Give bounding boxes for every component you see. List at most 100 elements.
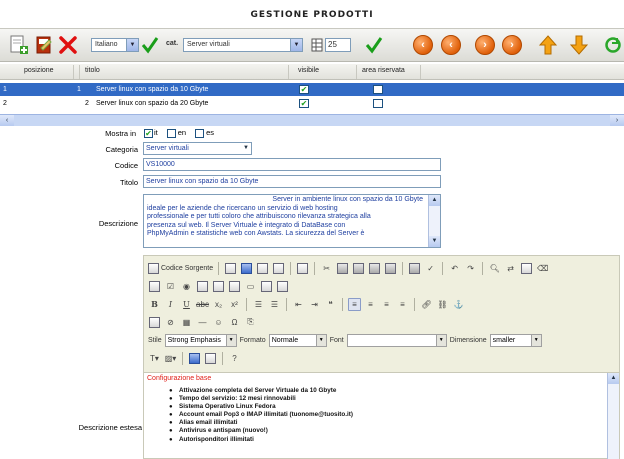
undo-icon[interactable]: ↶ (448, 262, 461, 275)
anchor-icon[interactable]: ⚓ (452, 298, 465, 311)
textfield-icon[interactable] (196, 280, 209, 293)
bulleted-list-icon[interactable]: ☰ (268, 298, 281, 311)
column-header-posizione[interactable]: posizione (24, 67, 54, 74)
align-center-icon[interactable]: ≡ (364, 298, 377, 311)
visible-checkbox[interactable]: ✔ (299, 85, 309, 94)
flash-icon[interactable]: ⊘ (164, 316, 177, 329)
italic-icon[interactable]: I (164, 298, 177, 311)
lang-es-option[interactable]: es (195, 128, 214, 138)
scroll-up-icon[interactable]: ▲ (429, 195, 440, 206)
select-field-icon[interactable] (228, 280, 241, 293)
preview-icon[interactable] (272, 262, 285, 275)
reserved-area-checkbox[interactable] (373, 85, 383, 94)
templates-icon[interactable] (296, 262, 309, 275)
column-header-titolo[interactable]: titolo (85, 67, 100, 74)
descrizione-scrollbar[interactable]: ▲ ▼ (428, 195, 440, 247)
blockquote-icon[interactable]: ❝ (324, 298, 337, 311)
help-icon[interactable]: ? (228, 352, 241, 365)
lang-es-checkbox[interactable] (195, 128, 205, 138)
first-page-icon[interactable]: ‹ (411, 33, 435, 57)
editor-content-area[interactable]: Configurazione base Attivazione completa… (144, 372, 619, 459)
formato-select[interactable]: Normale ▼ (268, 333, 327, 347)
scroll-right-icon[interactable]: › (610, 115, 624, 126)
background-color-icon[interactable]: ▨▾ (164, 352, 177, 365)
column-header-visibile[interactable]: visibile (298, 67, 319, 74)
lang-it-option[interactable]: ✔ it (144, 128, 158, 138)
confirm-page-size-icon[interactable] (364, 33, 384, 57)
scroll-up-icon[interactable]: ▲ (608, 373, 619, 384)
table-row[interactable]: 2 2 Server linux con spazio da 20 Gbyte … (0, 97, 624, 110)
page-break-icon[interactable]: ⎘ (244, 316, 257, 329)
remove-format-icon[interactable]: ⌫ (536, 262, 549, 275)
show-blocks-icon[interactable] (204, 352, 217, 365)
column-header-area-riservata[interactable]: area riservata (362, 67, 405, 74)
checkbox-icon[interactable]: ☑ (164, 280, 177, 293)
scroll-left-icon[interactable]: ‹ (0, 115, 14, 126)
button-field-icon[interactable]: ▭ (244, 280, 257, 293)
redo-icon[interactable]: ↷ (464, 262, 477, 275)
horizontal-rule-icon[interactable]: — (196, 316, 209, 329)
lang-en-option[interactable]: en (166, 128, 186, 138)
next-page-icon[interactable]: › (473, 33, 497, 57)
paste-text-icon[interactable] (368, 262, 381, 275)
form-icon[interactable] (148, 280, 161, 293)
bold-icon[interactable]: B (148, 298, 161, 311)
justify-icon[interactable]: ≡ (396, 298, 409, 311)
copy-icon[interactable] (336, 262, 349, 275)
numbered-list-icon[interactable]: ☰ (252, 298, 265, 311)
source-code-button[interactable]: Codice Sorgente (148, 262, 213, 274)
save-icon[interactable] (240, 262, 253, 275)
descrizione-textarea[interactable]: Server in ambiente linux con spazio da 1… (143, 194, 441, 248)
visible-checkbox[interactable]: ✔ (299, 99, 309, 108)
textarea-icon[interactable] (212, 280, 225, 293)
hidden-field-icon[interactable] (276, 280, 289, 293)
superscript-icon[interactable]: x² (228, 298, 241, 311)
smiley-icon[interactable]: ☺ (212, 316, 225, 329)
delete-icon[interactable] (57, 33, 79, 57)
editor-scrollbar[interactable]: ▲ (607, 373, 619, 459)
categoria-select[interactable]: Server virtuali ▼ (143, 142, 252, 155)
edit-icon[interactable] (34, 33, 54, 57)
find-icon[interactable]: 🔍︎ (488, 262, 501, 275)
strikethrough-icon[interactable]: abc (196, 298, 209, 311)
lang-it-checkbox[interactable]: ✔ (144, 128, 153, 138)
dimensione-select[interactable]: smaller ▼ (489, 333, 542, 347)
move-up-icon[interactable] (537, 33, 559, 57)
subscript-icon[interactable]: x₂ (212, 298, 225, 311)
spellcheck-icon[interactable]: ✓ (424, 262, 437, 275)
image-button-icon[interactable] (260, 280, 273, 293)
move-down-icon[interactable] (568, 33, 590, 57)
table-row[interactable]: 1 1 Server linux con spazio da 10 Gbyte … (0, 83, 624, 96)
table-icon[interactable]: ▦ (180, 316, 193, 329)
lang-en-checkbox[interactable] (166, 128, 176, 138)
replace-icon[interactable]: ⇄ (504, 262, 517, 275)
link-icon[interactable]: 🔗︎ (420, 298, 433, 311)
titolo-input[interactable]: Server linux con spazio da 10 Gbyte (143, 175, 441, 188)
grid-horizontal-scrollbar[interactable]: ‹ › (0, 114, 624, 126)
last-page-icon[interactable]: › (500, 33, 524, 57)
cut-icon[interactable]: ✂ (320, 262, 333, 275)
align-left-icon[interactable]: ≡ (348, 297, 361, 311)
underline-icon[interactable]: U (180, 298, 193, 311)
text-color-icon[interactable]: T▾ (148, 352, 161, 365)
indent-icon[interactable]: ⇥ (308, 298, 321, 311)
unlink-icon[interactable]: ⛓ (436, 298, 449, 311)
select-all-icon[interactable] (520, 262, 533, 275)
stile-select[interactable]: Strong Emphasis ▼ (164, 333, 237, 347)
scroll-down-icon[interactable]: ▼ (429, 236, 440, 247)
paste-icon[interactable] (352, 262, 365, 275)
special-char-icon[interactable]: Ω (228, 316, 241, 329)
print-icon[interactable] (408, 262, 421, 275)
codice-input[interactable]: VS10000 (143, 158, 441, 171)
add-icon[interactable] (8, 33, 30, 57)
radio-icon[interactable]: ◉ (180, 280, 193, 293)
image-icon[interactable] (148, 316, 161, 329)
maximize-icon[interactable] (188, 352, 201, 365)
align-right-icon[interactable]: ≡ (380, 298, 393, 311)
category-select[interactable]: Server virtuali ▼ (183, 38, 303, 52)
reserved-area-checkbox[interactable] (373, 99, 383, 108)
prev-page-icon[interactable]: ‹ (439, 33, 463, 57)
language-select[interactable]: Italiano ▼ (91, 38, 139, 52)
new-page-icon[interactable] (224, 262, 237, 275)
document-icon[interactable] (256, 262, 269, 275)
